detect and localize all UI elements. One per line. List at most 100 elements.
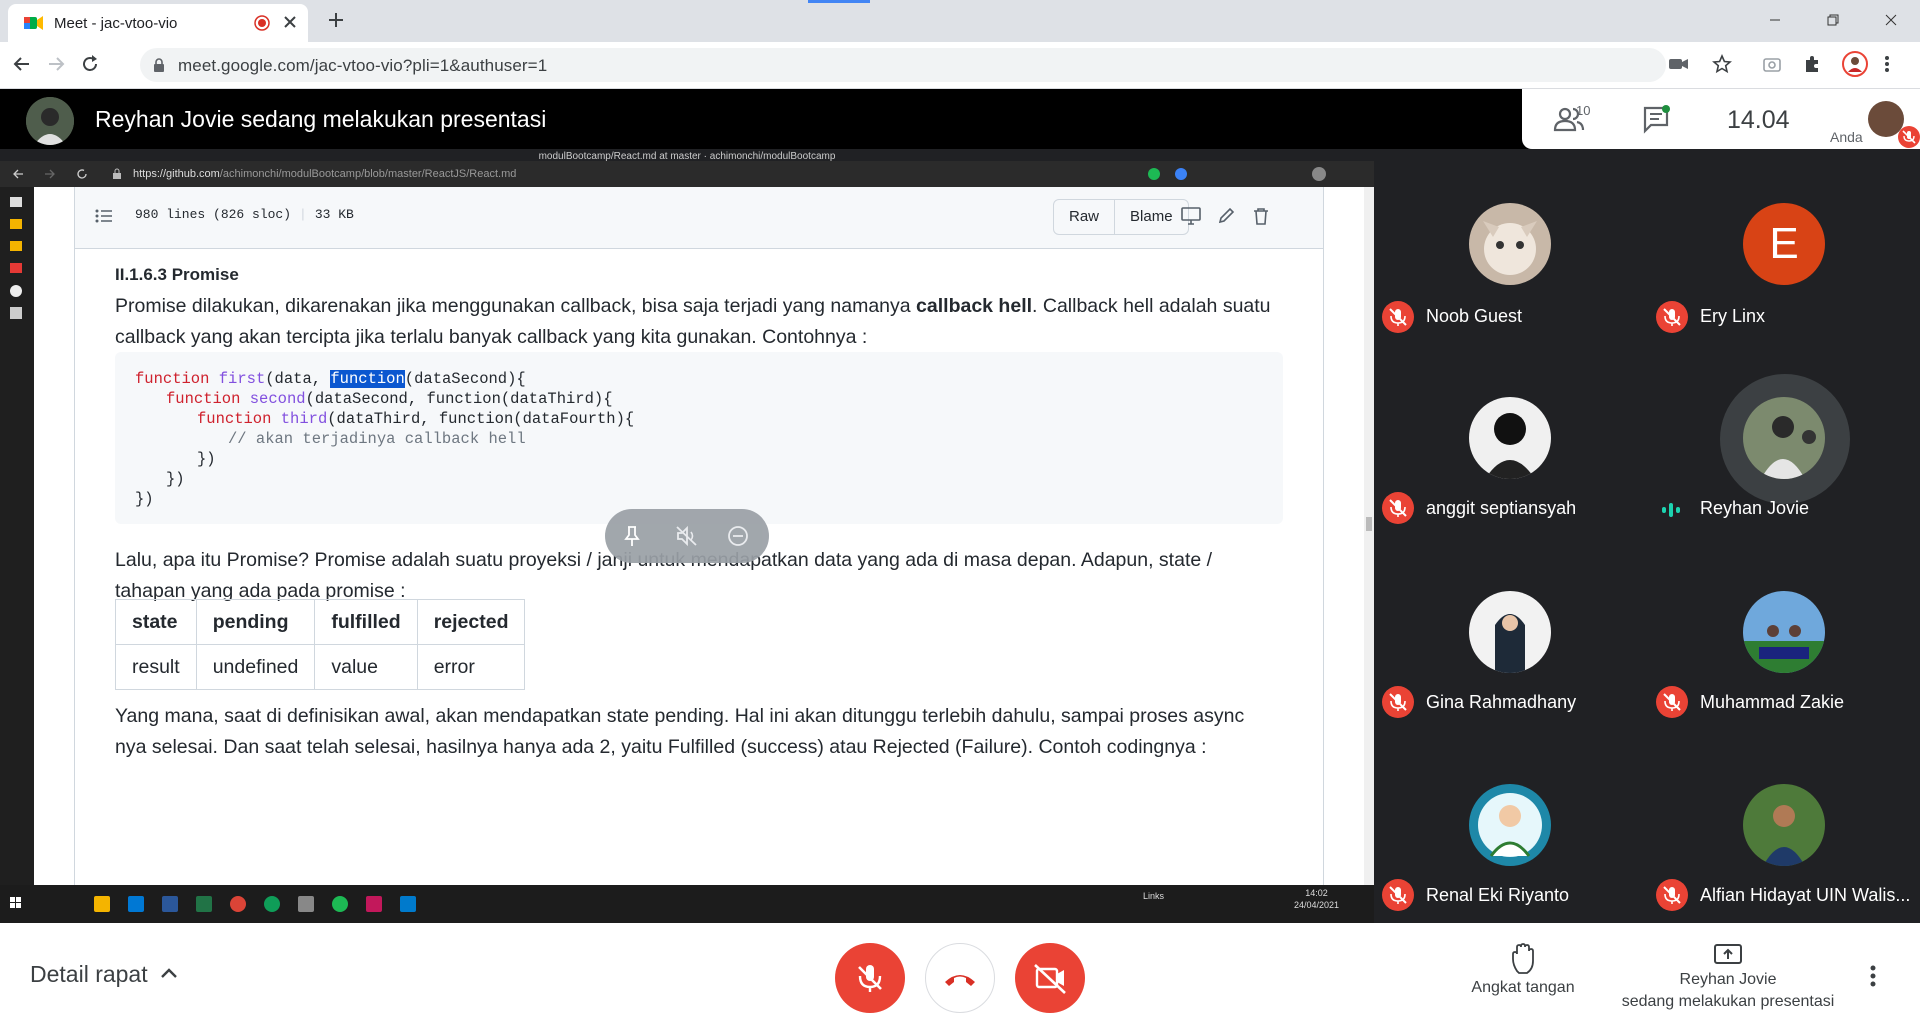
- more-options-icon[interactable]: [1870, 965, 1876, 987]
- participant-name: Reyhan Jovie: [1700, 498, 1810, 518]
- blame-button[interactable]: Blame: [1114, 200, 1188, 234]
- participant-avatar: [1469, 397, 1551, 479]
- extension-icon: [1148, 168, 1160, 180]
- mic-toggle-button[interactable]: [835, 943, 905, 1013]
- new-tab-icon[interactable]: [326, 10, 346, 30]
- taskbar-clock: 14:02 24/04/2021: [1294, 888, 1340, 910]
- edge-icon: [264, 896, 280, 912]
- participant-avatar: E: [1743, 203, 1825, 285]
- bookmark-star-icon[interactable]: [1712, 54, 1732, 74]
- participant-tile[interactable]: Gina Rahmadhany: [1374, 535, 1644, 725]
- chevron-up-icon[interactable]: [160, 967, 178, 979]
- raw-button[interactable]: Raw: [1054, 200, 1114, 234]
- participant-name: Gina Rahmadhany: [1426, 692, 1577, 712]
- code-line: }): [197, 450, 216, 468]
- meet-favicon: [24, 15, 44, 31]
- mic-off-icon: [1382, 492, 1414, 524]
- back-icon[interactable]: [12, 54, 32, 74]
- sidebar-icon: [10, 241, 22, 251]
- state-table: state pending fulfilled rejected result …: [115, 599, 526, 690]
- app-icon: [366, 896, 382, 912]
- mic-off-icon: [1656, 301, 1688, 333]
- taskbar-links: Links: [1143, 891, 1165, 901]
- code-line: function first(data, function(dataSecond…: [135, 370, 526, 388]
- participant-tile[interactable]: Alfian Hidayat UIN Walis...: [1648, 729, 1918, 919]
- minimize-icon[interactable]: [1746, 0, 1804, 40]
- mute-audio-icon[interactable]: [675, 525, 699, 547]
- code-line: function third(dataThird, function(dataF…: [197, 410, 635, 428]
- participant-name: Muhammad Zakie: [1700, 692, 1845, 712]
- shared-lock-icon: [112, 168, 122, 180]
- file-meta: 980 lines (826 sloc) | 33 KB: [135, 207, 354, 222]
- file-actions: Raw Blame: [1053, 199, 1189, 235]
- restore-icon[interactable]: [1804, 0, 1862, 40]
- shared-browser-toolbar: https://github.com/achimonchi/modulBootc…: [0, 161, 1374, 187]
- sidebar-icon: [10, 219, 22, 229]
- window-close-icon[interactable]: [1862, 0, 1920, 40]
- close-tab-icon[interactable]: [282, 14, 298, 30]
- shared-url: https://github.com/achimonchi/modulBootc…: [133, 168, 517, 180]
- participant-name: Ery Linx: [1700, 306, 1766, 326]
- screenshot-icon[interactable]: [1762, 54, 1782, 74]
- camera-toggle-button[interactable]: [1015, 943, 1085, 1013]
- camera-icon[interactable]: [1668, 54, 1690, 74]
- leave-call-button[interactable]: [925, 943, 995, 1013]
- reload-icon[interactable]: [80, 54, 100, 74]
- raise-hand-button[interactable]: Angkat tangan: [1468, 943, 1578, 997]
- chat-icon[interactable]: [1642, 104, 1672, 134]
- presenter-avatar: [26, 97, 74, 145]
- present-screen-icon: [1610, 943, 1846, 967]
- meeting-clock: 14.04: [1727, 106, 1790, 134]
- browser-tab[interactable]: Meet - jac-vtoo-vio: [8, 4, 308, 42]
- participant-tile[interactable]: anggit septiansyah: [1374, 342, 1644, 532]
- people-count: 10: [1576, 103, 1591, 118]
- code-comment: // akan terjadinya callback hell: [228, 430, 526, 448]
- shared-reload-icon: [76, 168, 88, 180]
- extensions-icon[interactable]: [1802, 54, 1822, 74]
- participant-name: Noob Guest: [1426, 306, 1523, 326]
- meeting-details-button[interactable]: Detail rapat: [30, 961, 148, 988]
- lock-icon[interactable]: [152, 57, 166, 73]
- participant-name: Alfian Hidayat UIN Walis...: [1700, 885, 1911, 905]
- table-cell: result: [115, 644, 197, 690]
- presenting-status-button[interactable]: Reyhan Jovie sedang melakukan presentasi: [1610, 943, 1846, 1013]
- table-cell: value: [314, 644, 418, 690]
- shared-window-titlebar: modulBootcamp/React.md at master · achim…: [0, 149, 1374, 162]
- outline-list-icon[interactable]: [95, 209, 113, 223]
- participant-tile[interactable]: Muhammad Zakie: [1648, 535, 1918, 725]
- desktop-icon[interactable]: [1181, 207, 1201, 225]
- participant-tile[interactable]: Noob Guest: [1374, 149, 1644, 339]
- browser-menu-icon[interactable]: [1884, 54, 1890, 74]
- shared-screen: modulBootcamp/React.md at master · achim…: [0, 149, 1374, 923]
- excel-icon: [196, 896, 212, 912]
- table-header: pending: [195, 599, 316, 645]
- address-bar[interactable]: meet.google.com/jac-vtoo-vio?pli=1&authu…: [140, 48, 1666, 82]
- table-header: rejected: [416, 599, 526, 645]
- shared-taskbar: Links 14:02 24/04/2021: [0, 885, 1374, 923]
- table-row: result undefined value error: [115, 644, 526, 690]
- presentation-title: Reyhan Jovie sedang melakukan presentasi: [95, 106, 547, 132]
- profile-avatar[interactable]: [1842, 51, 1868, 77]
- participant-tile-speaking[interactable]: Reyhan Jovie: [1648, 342, 1918, 532]
- paragraph-intro: Promise dilakukan, dikarenakan jika meng…: [115, 295, 1271, 348]
- word-icon: [162, 896, 178, 912]
- participant-avatar: [1469, 784, 1551, 866]
- edit-pencil-icon[interactable]: [1217, 207, 1235, 225]
- extension-icon: [1175, 168, 1187, 180]
- pin-icon[interactable]: [621, 525, 643, 547]
- forward-icon[interactable]: [46, 54, 66, 74]
- raise-hand-label: Angkat tangan: [1471, 979, 1575, 996]
- participant-tile[interactable]: E Ery Linx: [1648, 149, 1918, 339]
- remove-icon[interactable]: [727, 525, 749, 547]
- vscode-icon: [400, 896, 416, 912]
- github-icon: [10, 285, 22, 297]
- presenting-label: sedang melakukan presentasi: [1621, 993, 1835, 1010]
- presenting-label: Reyhan Jovie: [1679, 971, 1777, 988]
- participant-tile[interactable]: Renal Eki Riyanto: [1374, 729, 1644, 919]
- table-cell: error: [416, 644, 526, 690]
- sidebar-icon: [10, 307, 22, 319]
- file-header: 980 lines (826 sloc) | 33 KB Raw Blame: [75, 187, 1323, 249]
- url-text: meet.google.com/jac-vtoo-vio?pli=1&authu…: [178, 56, 548, 75]
- trash-icon[interactable]: [1253, 207, 1269, 225]
- code-line: }): [135, 490, 154, 508]
